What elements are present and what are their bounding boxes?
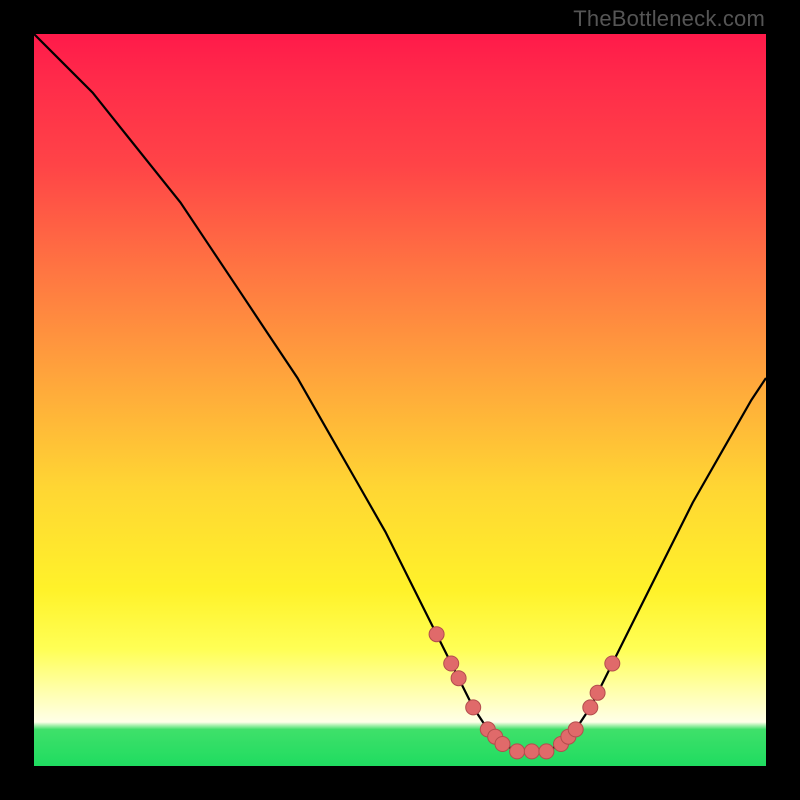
bottleneck-curve: [34, 34, 766, 751]
data-point: [605, 656, 620, 671]
chart-container: TheBottleneck.com: [0, 0, 800, 800]
data-point: [590, 685, 605, 700]
data-point: [466, 700, 481, 715]
data-point: [539, 744, 554, 759]
watermark-text: TheBottleneck.com: [573, 6, 765, 32]
data-point: [451, 671, 466, 686]
data-point: [510, 744, 525, 759]
data-point: [568, 722, 583, 737]
data-point: [429, 627, 444, 642]
data-points: [429, 627, 620, 759]
curve-path: [34, 34, 766, 751]
data-point: [583, 700, 598, 715]
data-point: [495, 737, 510, 752]
data-point: [524, 744, 539, 759]
chart-svg: [34, 34, 766, 766]
data-point: [444, 656, 459, 671]
